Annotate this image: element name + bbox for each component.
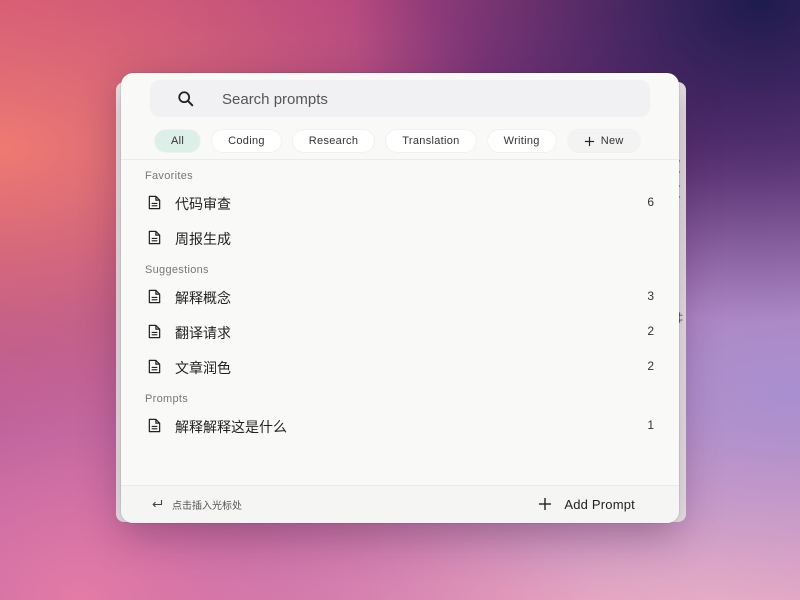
new-filter-button[interactable]: New	[567, 130, 640, 152]
section-title-prompts: Prompts	[145, 393, 189, 405]
search-input[interactable]	[220, 80, 634, 119]
list-item-label: 翻译请求	[175, 326, 231, 342]
divider	[121, 485, 679, 486]
filter-chips: All Coding Research Translation Writing …	[155, 130, 640, 152]
document-icon	[148, 359, 161, 374]
list-item-label: 解释解释这是什么	[175, 420, 287, 436]
list-item-label: 代码审查	[175, 197, 231, 213]
add-prompt-label: Add Prompt	[564, 496, 635, 512]
list-item-label: 周报生成	[175, 232, 231, 248]
divider	[121, 159, 679, 160]
filter-chip-coding[interactable]: Coding	[212, 130, 281, 152]
document-icon	[148, 289, 161, 304]
document-icon	[148, 324, 161, 339]
usage-count: 1	[647, 418, 654, 432]
add-prompt-button[interactable]: Add Prompt	[538, 493, 635, 515]
new-filter-label: New	[600, 135, 624, 147]
list-item[interactable]: 翻译请求 2	[121, 317, 679, 347]
search-icon	[178, 91, 194, 107]
list-item[interactable]: 解释解释这是什么 1	[121, 411, 679, 441]
list-item-label: 解释概念	[175, 291, 231, 307]
insert-hint: 点击插入光标处	[172, 501, 242, 512]
plus-icon	[584, 136, 594, 146]
search-bar[interactable]	[150, 80, 650, 119]
prompt-palette: All Coding Research Translation Writing …	[121, 73, 679, 523]
document-icon	[148, 230, 161, 245]
filter-chip-research[interactable]: Research	[292, 130, 375, 152]
section-title-suggestions: Suggestions	[145, 264, 209, 276]
usage-count: 2	[647, 324, 654, 338]
footer-bar: 点击插入光标处 Add Prompt	[121, 485, 679, 523]
list-item[interactable]: 解释概念 3	[121, 282, 679, 312]
list-item[interactable]: 文章润色 2	[121, 352, 679, 382]
filter-chip-translation[interactable]: Translation	[386, 130, 476, 152]
filter-chip-all[interactable]: All	[155, 130, 201, 152]
usage-count: 6	[647, 195, 654, 209]
list-item-label: 文章润色	[175, 361, 231, 377]
list-item[interactable]: 周报生成	[121, 223, 679, 253]
section-title-favorites: Favorites	[145, 170, 193, 182]
document-icon	[148, 418, 161, 433]
usage-count: 2	[647, 359, 654, 373]
plus-icon	[539, 498, 552, 510]
document-icon	[148, 195, 161, 210]
filter-chip-writing[interactable]: Writing	[487, 130, 556, 152]
usage-count: 3	[647, 289, 654, 303]
list-item[interactable]: 代码审查 6	[121, 188, 679, 218]
return-icon	[152, 500, 163, 508]
